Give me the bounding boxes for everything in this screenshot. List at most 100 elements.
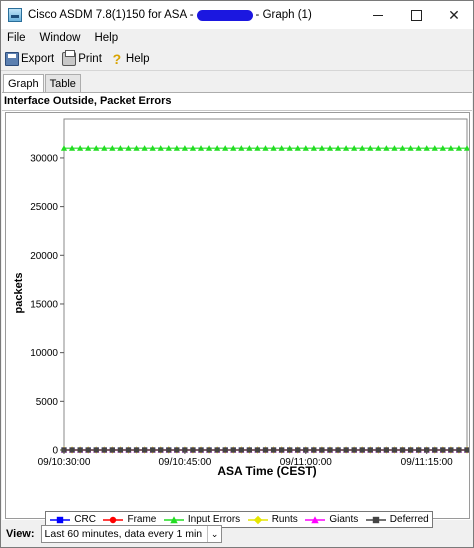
panel-divider bbox=[2, 110, 472, 111]
x-tick-label: 09/11:15:00 bbox=[401, 457, 454, 468]
data-point-deferred bbox=[117, 447, 124, 453]
print-button[interactable]: Print bbox=[62, 49, 102, 66]
tab-table[interactable]: Table bbox=[44, 74, 81, 92]
data-point-deferred bbox=[311, 447, 317, 453]
graph-panel: Interface Outside, Packet Errors 0 5000 10… bbox=[2, 92, 472, 528]
data-point-deferred bbox=[464, 447, 470, 453]
y-tick-label: 30000 bbox=[30, 153, 58, 164]
data-point-deferred bbox=[109, 447, 115, 453]
data-point-deferred bbox=[77, 447, 83, 453]
data-point-deferred bbox=[343, 447, 349, 453]
plot-background bbox=[63, 118, 468, 451]
data-point-deferred bbox=[174, 447, 180, 453]
data-point-deferred bbox=[198, 447, 204, 453]
panel-title: Interface Outside, Packet Errors bbox=[4, 95, 172, 107]
menu-help[interactable]: Help bbox=[94, 32, 118, 44]
data-point-deferred bbox=[270, 447, 277, 453]
window-title-prefix: Cisco ASDM 7.8(1)150 for ASA - bbox=[28, 9, 194, 21]
data-point-deferred bbox=[351, 447, 357, 453]
tab-strip: Graph Table bbox=[3, 74, 82, 93]
data-point-deferred bbox=[448, 447, 454, 453]
close-button[interactable]: ✕ bbox=[435, 1, 473, 29]
data-point-deferred bbox=[456, 447, 462, 453]
data-point-deferred bbox=[150, 447, 156, 453]
menu-bar: File Window Help bbox=[1, 29, 473, 47]
view-period-value: Last 60 minutes, data every 1 min bbox=[44, 528, 203, 540]
data-point-deferred bbox=[295, 447, 301, 453]
question-mark-icon: ? bbox=[112, 50, 122, 67]
data-point-deferred bbox=[142, 447, 148, 453]
data-point-deferred bbox=[319, 447, 325, 453]
y-tick-label: 0 bbox=[52, 446, 58, 457]
chart-frame: 0 5000 10000 15000 20000 25000 30000 09/10:30:… bbox=[5, 112, 471, 528]
data-point-deferred bbox=[158, 447, 164, 453]
data-point-deferred bbox=[222, 447, 228, 453]
y-tick-label: 5000 bbox=[36, 397, 59, 408]
data-point-deferred bbox=[238, 447, 244, 453]
window-title-suffix: - Graph (1) bbox=[255, 9, 312, 21]
data-point-deferred bbox=[359, 447, 365, 453]
asdm-graph-window: Cisco ASDM 7.8(1)150 for ASA - - Graph (… bbox=[0, 0, 474, 548]
minimize-button[interactable] bbox=[359, 1, 397, 29]
export-label: Export bbox=[21, 52, 55, 65]
data-point-deferred bbox=[125, 447, 132, 453]
window-controls: ✕ bbox=[359, 1, 473, 29]
data-point-deferred bbox=[432, 447, 438, 453]
print-label: Print bbox=[78, 52, 102, 65]
y-axis-ticks: 0 5000 10000 15000 20000 25000 30000 bbox=[30, 153, 64, 457]
menu-window[interactable]: Window bbox=[40, 32, 81, 44]
y-tick-label: 15000 bbox=[30, 299, 58, 310]
title-bar[interactable]: Cisco ASDM 7.8(1)150 for ASA - - Graph (… bbox=[1, 1, 473, 29]
plot-area bbox=[63, 118, 468, 451]
data-point-deferred bbox=[440, 447, 446, 453]
data-point-deferred bbox=[214, 447, 220, 453]
packet-errors-chart: 0 5000 10000 15000 20000 25000 30000 09/10:30:… bbox=[13, 118, 471, 478]
x-axis-label: ASA Time (CEST) bbox=[217, 464, 316, 478]
help-label: Help bbox=[125, 52, 150, 65]
data-point-deferred bbox=[230, 447, 236, 453]
floppy-export-icon bbox=[5, 51, 19, 66]
redacted-hostname bbox=[196, 9, 253, 21]
data-point-deferred bbox=[407, 447, 414, 453]
help-button[interactable]: ? Help bbox=[110, 52, 150, 66]
window-title: Cisco ASDM 7.8(1)150 for ASA - - Graph (… bbox=[28, 9, 312, 21]
data-point-deferred bbox=[327, 447, 333, 453]
data-point-deferred bbox=[69, 447, 75, 453]
y-tick-label: 25000 bbox=[30, 202, 58, 213]
data-point-deferred bbox=[133, 447, 140, 453]
data-point-deferred bbox=[190, 447, 196, 453]
printer-icon bbox=[62, 49, 77, 66]
asdm-app-icon bbox=[8, 8, 22, 22]
export-button[interactable]: Export bbox=[5, 51, 55, 66]
y-tick-label: 10000 bbox=[30, 348, 58, 359]
data-point-deferred bbox=[93, 447, 99, 453]
data-point-deferred bbox=[254, 447, 261, 453]
data-point-deferred bbox=[399, 447, 406, 453]
data-point-deferred bbox=[246, 447, 252, 453]
tab-graph[interactable]: Graph bbox=[3, 74, 44, 93]
menu-file[interactable]: File bbox=[7, 32, 26, 44]
maximize-button[interactable] bbox=[397, 1, 435, 29]
chevron-down-icon: ⌄ bbox=[207, 526, 221, 542]
data-point-deferred bbox=[166, 447, 172, 453]
data-point-deferred bbox=[416, 447, 422, 453]
data-point-deferred bbox=[206, 447, 212, 453]
toolbar: Export Print ? Help bbox=[1, 47, 473, 71]
data-point-deferred bbox=[383, 447, 389, 453]
data-point-deferred bbox=[287, 447, 293, 453]
x-tick-label: 09/10:45:00 bbox=[158, 457, 211, 468]
x-tick-label: 09/10:30:00 bbox=[38, 457, 91, 468]
data-point-deferred bbox=[367, 447, 373, 453]
data-point-deferred bbox=[375, 447, 381, 453]
data-point-deferred bbox=[85, 447, 91, 453]
view-label: View: bbox=[6, 528, 35, 540]
data-point-deferred bbox=[391, 447, 398, 453]
y-tick-label: 20000 bbox=[30, 251, 58, 262]
view-period-dropdown[interactable]: Last 60 minutes, data every 1 min ⌄ bbox=[40, 525, 223, 543]
data-point-deferred bbox=[262, 447, 269, 453]
data-point-deferred bbox=[279, 447, 285, 453]
bottom-bar: View: Last 60 minutes, data every 1 min … bbox=[1, 520, 473, 548]
data-point-deferred bbox=[335, 447, 341, 453]
y-axis-label: packets bbox=[13, 273, 25, 314]
data-point-deferred bbox=[101, 447, 107, 453]
